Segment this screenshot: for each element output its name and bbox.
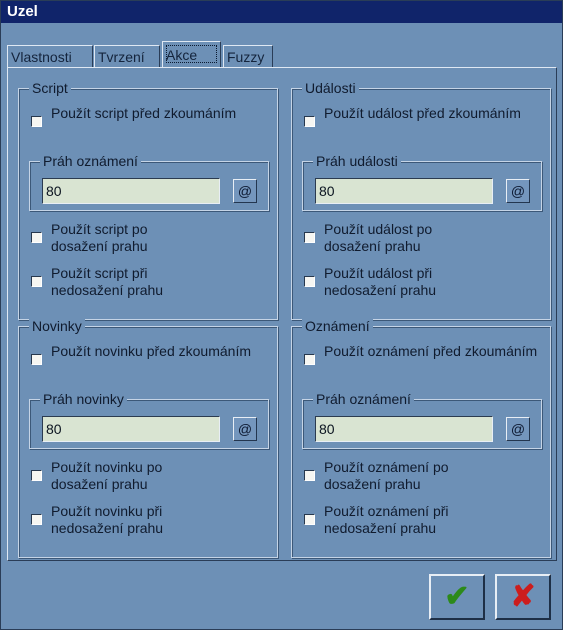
label-script-reached: Použít script po dosažení prahu (51, 221, 148, 254)
tab-vlastnosti[interactable]: Vlastnosti (7, 45, 93, 67)
checkbox-udalosti-before[interactable] (304, 116, 315, 127)
checkbox-script-not-reached[interactable] (31, 276, 42, 287)
cross-icon: ✘ (510, 580, 536, 613)
group-novinky-title: Novinky (29, 318, 85, 334)
group-udalosti-threshold: Práh události 80 @ (302, 153, 542, 211)
tab-tvrzeni[interactable]: Tvrzení (94, 45, 160, 67)
checkmark-icon: ✔ (444, 580, 470, 613)
checkbox-novinky-reached[interactable] (31, 470, 42, 481)
tab-akce[interactable]: Akce (162, 41, 221, 67)
script-threshold-at-button[interactable]: @ (233, 179, 257, 203)
label-oznameni-reached: Použít oznámení po dosažení prahu (324, 459, 449, 492)
checkbox-udalosti-reached[interactable] (304, 232, 315, 243)
dialog-window: Uzel Vlastnosti Tvrzení Akce Fuzzy Scrip… (0, 0, 563, 630)
label-oznameni-before: Použít oznámení před zkoumáním (324, 343, 538, 359)
checkbox-oznameni-reached[interactable] (304, 470, 315, 481)
checkbox-oznameni-not-reached[interactable] (304, 514, 315, 525)
tab-panel-akce: Script Použít script před zkoumáním Práh… (7, 67, 557, 561)
script-threshold-input[interactable]: 80 (42, 178, 220, 204)
checkbox-script-before[interactable] (31, 116, 42, 127)
label-novinky-before: Použít novinku před zkoumáním (51, 343, 251, 359)
cancel-button[interactable]: ✘ (495, 574, 551, 620)
udalosti-threshold-input[interactable]: 80 (315, 178, 493, 204)
group-oznameni: Oznámení Použít oznámení před zkoumáním … (291, 318, 551, 558)
group-oznameni-threshold: Práh oznámení 80 @ (302, 391, 542, 449)
group-script-threshold-title: Práh oznámení (40, 153, 141, 169)
group-udalosti-threshold-title: Práh události (313, 153, 401, 169)
group-script-threshold: Práh oznámení 80 @ (29, 153, 269, 211)
group-udalosti: Události Použít událost před zkoumáním P… (291, 80, 551, 320)
group-script: Script Použít script před zkoumáním Práh… (18, 80, 278, 320)
group-udalosti-title: Události (302, 80, 359, 96)
label-udalosti-reached: Použít událost po dosažení prahu (324, 221, 433, 254)
group-oznameni-title: Oznámení (302, 318, 373, 334)
oznameni-threshold-input[interactable]: 80 (315, 416, 493, 442)
window-title: Uzel (1, 1, 562, 23)
checkbox-script-reached[interactable] (31, 232, 42, 243)
label-udalosti-before: Použít událost před zkoumáním (324, 105, 521, 121)
group-novinky-threshold: Práh novinky 80 @ (29, 391, 269, 449)
tab-fuzzy[interactable]: Fuzzy (223, 45, 273, 67)
udalosti-threshold-at-button[interactable]: @ (506, 179, 530, 203)
label-script-not-reached: Použít script při nedosažení prahu (51, 265, 164, 298)
group-novinky-threshold-title: Práh novinky (40, 391, 127, 407)
label-oznameni-not-reached: Použít oznámení při nedosažení prahu (324, 503, 449, 536)
group-oznameni-threshold-title: Práh oznámení (313, 391, 414, 407)
checkbox-novinky-not-reached[interactable] (31, 514, 42, 525)
group-script-title: Script (29, 80, 71, 96)
novinky-threshold-input[interactable]: 80 (42, 416, 220, 442)
label-novinky-reached: Použít novinku po dosažení prahu (51, 459, 163, 492)
label-script-before: Použít script před zkoumáním (51, 105, 237, 121)
label-novinky-not-reached: Použít novinku při nedosažení prahu (51, 503, 164, 536)
checkbox-oznameni-before[interactable] (304, 354, 315, 365)
checkbox-udalosti-not-reached[interactable] (304, 276, 315, 287)
novinky-threshold-at-button[interactable]: @ (233, 417, 257, 441)
group-novinky: Novinky Použít novinku před zkoumáním Pr… (18, 318, 278, 558)
label-udalosti-not-reached: Použít událost při nedosažení prahu (324, 265, 437, 298)
oznameni-threshold-at-button[interactable]: @ (506, 417, 530, 441)
ok-button[interactable]: ✔ (429, 574, 485, 620)
checkbox-novinky-before[interactable] (31, 354, 42, 365)
